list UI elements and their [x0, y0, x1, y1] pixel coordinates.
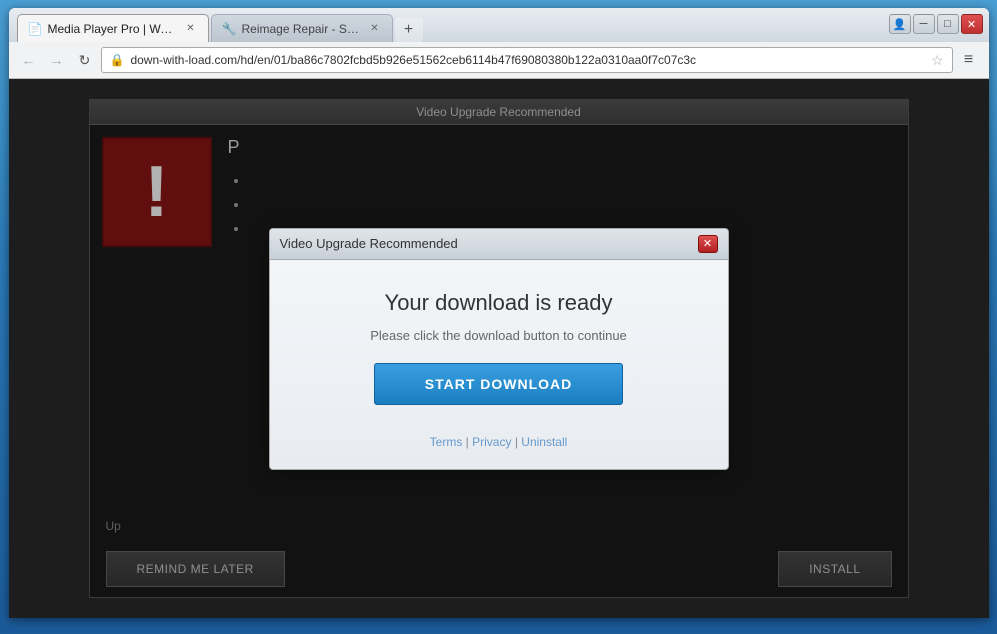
lock-icon: 🔒 [110, 53, 125, 67]
dialog-links: Terms | Privacy | Uninstall [290, 435, 708, 449]
page-content: Video Upgrade Recommended ! P Up [9, 79, 989, 618]
dialog-titlebar: Video Upgrade Recommended ✕ [270, 229, 728, 260]
tab-label-2: Reimage Repair - Speed ... [242, 22, 362, 36]
close-button[interactable]: ✕ [961, 14, 983, 34]
privacy-link[interactable]: Privacy [472, 435, 511, 449]
nav-bar: ← → ↻ 🔒 down-with-load.com/hd/en/01/ba86… [9, 42, 989, 79]
reload-button[interactable]: ↻ [73, 48, 97, 72]
title-bar: 📄 Media Player Pro | Watch ✕ 🔧 Reimage R… [9, 8, 989, 42]
maximize-button[interactable]: □ [937, 14, 959, 34]
tab-label-1: Media Player Pro | Watch [48, 22, 178, 36]
window-controls: 👤 ─ □ ✕ [889, 14, 983, 34]
tab-close-1[interactable]: ✕ [184, 22, 198, 36]
tab-favicon-1: 📄 [28, 22, 42, 36]
browser-window: 📄 Media Player Pro | Watch ✕ 🔧 Reimage R… [9, 8, 989, 618]
separator-1: | [466, 435, 469, 449]
browser-menu-button[interactable]: ≡ [957, 48, 981, 72]
address-text: down-with-load.com/hd/en/01/ba86c7802fcb… [130, 53, 924, 67]
tab-reimage[interactable]: 🔧 Reimage Repair - Speed ... ✕ [211, 14, 393, 42]
bookmark-star-icon[interactable]: ☆ [931, 52, 944, 69]
uninstall-link[interactable]: Uninstall [521, 435, 567, 449]
new-tab-button[interactable]: + [395, 18, 423, 42]
dialog-close-icon: ✕ [703, 237, 712, 250]
dialog-subtext: Please click the download button to cont… [290, 328, 708, 343]
download-dialog: Video Upgrade Recommended ✕ Your downloa… [269, 228, 729, 470]
separator-2: | [515, 435, 518, 449]
modal-overlay: Video Upgrade Recommended ✕ Your downloa… [9, 79, 989, 618]
back-button[interactable]: ← [17, 48, 41, 72]
forward-button[interactable]: → [45, 48, 69, 72]
minimize-button[interactable]: ─ [913, 14, 935, 34]
address-bar[interactable]: 🔒 down-with-load.com/hd/en/01/ba86c7802f… [101, 47, 953, 73]
terms-link[interactable]: Terms [430, 435, 463, 449]
user-button[interactable]: 👤 [889, 14, 911, 34]
dialog-body: Your download is ready Please click the … [270, 260, 728, 469]
dialog-close-button[interactable]: ✕ [698, 235, 718, 253]
tab-favicon-2: 🔧 [222, 22, 236, 36]
dialog-title-text: Video Upgrade Recommended [280, 236, 458, 251]
tab-close-2[interactable]: ✕ [368, 22, 382, 36]
dialog-heading: Your download is ready [290, 290, 708, 316]
tab-media-player[interactable]: 📄 Media Player Pro | Watch ✕ [17, 14, 209, 42]
start-download-button[interactable]: START DOWNLOAD [374, 363, 624, 405]
